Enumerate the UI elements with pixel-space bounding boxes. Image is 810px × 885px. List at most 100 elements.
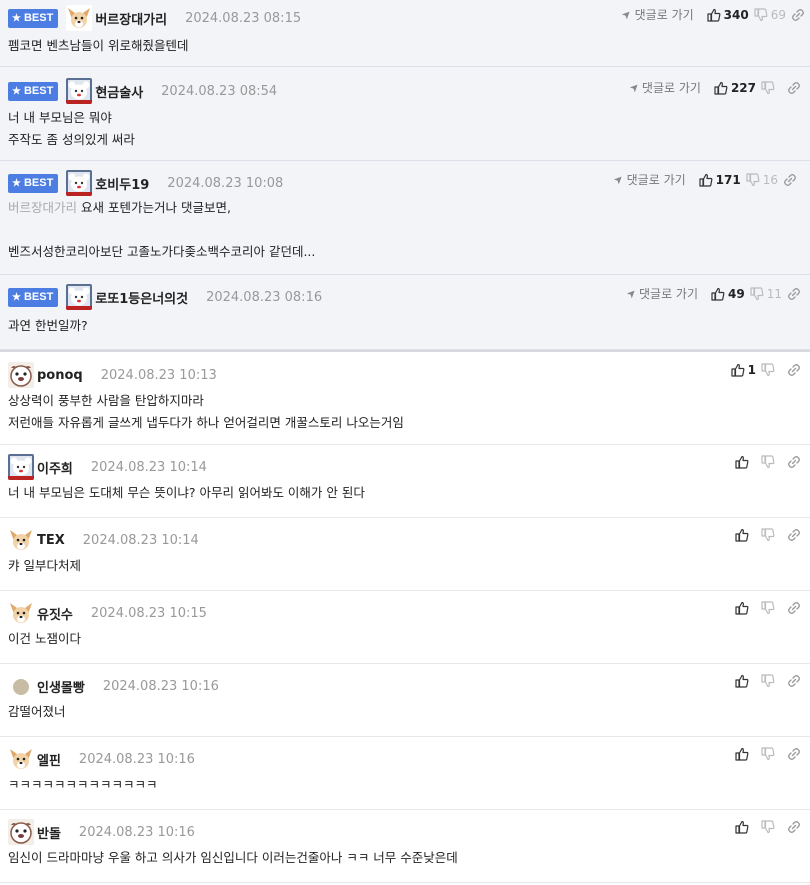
comment-text: ㅋㅋㅋㅋㅋㅋㅋㅋㅋㅋㅋㅋㅋ <box>8 777 158 792</box>
comment-line: 주작도 좀 성의있게 써라 <box>8 129 135 151</box>
thumbs-up-icon[interactable] <box>734 600 750 616</box>
comment-text: 저런애들 자유롭게 글쓰게 냅두다가 하나 얻어걸리면 개꿀스토리 나오는거임 <box>8 415 404 430</box>
link-icon[interactable] <box>786 673 802 689</box>
comment-header: 인생몰빵 2024.08.23 10:16 <box>8 673 219 699</box>
link-icon[interactable] <box>790 7 806 23</box>
dog-avatar[interactable] <box>8 527 34 553</box>
best-comment: ★ BEST 로또1등은너의것 2024.08.23 08:16 과연 한번일까? ➤ 댓글… <box>0 275 810 350</box>
goto-comment-link[interactable]: ➤ 댓글로 가기 <box>619 6 693 23</box>
nickname[interactable]: 인생몰빵 <box>37 677 85 696</box>
pug-avatar[interactable] <box>8 819 34 845</box>
timestamp: 2024.08.23 10:14 <box>82 532 199 548</box>
best-badge: ★ BEST <box>8 8 59 28</box>
dog-avatar[interactable] <box>8 746 34 772</box>
link-icon[interactable] <box>786 819 802 835</box>
thumbs-down-icon[interactable] <box>760 454 776 470</box>
upvote-count: 49 <box>728 286 745 301</box>
thumbs-up-icon[interactable] <box>698 172 714 188</box>
timestamp: 2024.08.23 08:16 <box>206 289 323 305</box>
thumbs-down-icon[interactable] <box>760 527 776 543</box>
goto-comment-link[interactable]: ➤ 댓글로 가기 <box>611 171 686 188</box>
thumbs-up-icon[interactable] <box>730 362 746 378</box>
best-comment: ★ BEST 현금술사 2024.08.23 08:54 너 내 부모님은 뭐야 주작도 … <box>0 67 810 161</box>
comment-body: 감떨어졌너 <box>8 701 66 723</box>
thumbs-up-icon[interactable] <box>734 673 750 689</box>
timestamp: 2024.08.23 10:13 <box>100 367 217 383</box>
bear-avatar[interactable] <box>66 78 93 104</box>
comment-body: 상상력이 풍부한 사람을 탄압하지마라저런애들 자유롭게 글쓰게 냅두다가 하나… <box>8 390 404 434</box>
comment-header: 반돌 2024.08.23 10:16 <box>8 819 195 845</box>
comment-body: 너 내 부모님은 뭐야주작도 좀 성의있게 써라 <box>8 107 135 151</box>
nickname[interactable]: TEX <box>37 533 65 548</box>
thumbs-up-icon[interactable] <box>734 746 750 762</box>
bear-avatar[interactable] <box>8 454 34 480</box>
comment-line: 너 내 부모님은 뭐야 <box>8 107 135 129</box>
thumbs-down-icon[interactable] <box>760 362 776 378</box>
thumbs-up-icon[interactable] <box>713 80 729 96</box>
comment-actions: ➤ 댓글로 가기 227 <box>626 79 802 96</box>
nickname[interactable]: 로또1등은너의것 <box>95 288 188 307</box>
nickname[interactable]: ponoq <box>37 368 83 383</box>
comment-text: 이건 노잼이다 <box>8 631 81 646</box>
goto-label: 댓글로 가기 <box>626 173 686 187</box>
thumbs-down-icon[interactable] <box>749 286 765 302</box>
comment-line: 과연 한번일까? <box>8 315 88 337</box>
thumbs-down-icon[interactable] <box>760 600 776 616</box>
link-icon[interactable] <box>786 286 802 302</box>
link-icon[interactable] <box>786 600 802 616</box>
bear-avatar[interactable] <box>66 170 93 196</box>
thumbs-down-icon[interactable] <box>745 172 761 188</box>
upvote-count: 340 <box>723 7 749 22</box>
comment-actions <box>734 454 802 470</box>
best-comment: ★ BEST 버르장대가리 2024.08.23 08:15 펨코면 벤츠남들이 위로해… <box>0 0 810 67</box>
dog-avatar[interactable] <box>66 5 93 31</box>
comment-line: 상상력이 풍부한 사람을 탄압하지마라 <box>8 390 404 412</box>
comment-header: ★ BEST 로또1등은너의것 2024.08.23 08:16 <box>8 284 322 310</box>
thumbs-down-icon[interactable] <box>753 7 769 23</box>
thumbs-up-icon[interactable] <box>734 527 750 543</box>
nickname[interactable]: 버르장대가리 <box>95 9 167 28</box>
mention-link[interactable]: 버르장대가리 <box>8 200 77 215</box>
timestamp: 2024.08.23 10:16 <box>102 678 219 694</box>
comment-actions: ➤ 댓글로 가기 340 69 <box>619 6 806 23</box>
thumbs-down-icon[interactable] <box>760 80 776 96</box>
nickname[interactable]: 엘핀 <box>37 750 61 769</box>
dot-avatar[interactable] <box>8 673 34 699</box>
nickname[interactable]: 이주희 <box>37 458 73 477</box>
goto-comment-link[interactable]: ➤ 댓글로 가기 <box>626 79 700 96</box>
nickname[interactable]: 유짓수 <box>37 604 73 623</box>
star-icon: ★ <box>12 85 21 97</box>
pug-avatar[interactable] <box>8 362 34 388</box>
thumbs-down-icon[interactable] <box>760 819 776 835</box>
dog-avatar[interactable] <box>8 600 34 626</box>
thumbs-down-icon[interactable] <box>760 673 776 689</box>
thumbs-down-icon[interactable] <box>760 746 776 762</box>
thumbs-up-icon[interactable] <box>734 454 750 470</box>
comment-header: ponoq 2024.08.23 10:13 <box>8 362 217 388</box>
best-comment: ★ BEST 호비두19 2024.08.23 10:08 버르장대가리 요새 포텐가는거… <box>0 161 810 275</box>
goto-comment-link[interactable]: ➤ 댓글로 가기 <box>624 285 698 302</box>
thumbs-up-icon[interactable] <box>706 7 722 23</box>
comment-body: ㅋㅋㅋㅋㅋㅋㅋㅋㅋㅋㅋㅋㅋ <box>8 774 158 796</box>
link-icon[interactable] <box>786 454 802 470</box>
nickname[interactable]: 현금술사 <box>95 82 143 101</box>
link-icon[interactable] <box>786 362 802 378</box>
link-icon[interactable] <box>786 80 802 96</box>
thumbs-up-icon[interactable] <box>734 819 750 835</box>
link-icon[interactable] <box>782 172 798 188</box>
comment-list: ★ BEST 버르장대가리 2024.08.23 08:15 펨코면 벤츠남들이 위로해… <box>0 0 810 883</box>
comment-text: 감떨어졌너 <box>8 704 66 719</box>
link-icon[interactable] <box>786 527 802 543</box>
bear-avatar[interactable] <box>66 284 93 310</box>
nickname[interactable]: 호비두19 <box>95 174 149 193</box>
best-badge: ★ BEST <box>8 173 59 193</box>
comment-actions <box>734 527 802 543</box>
comment-body: 과연 한번일까? <box>8 315 88 337</box>
comment-text: 주작도 좀 성의있게 써라 <box>8 132 135 147</box>
downvote-count: 16 <box>762 172 778 187</box>
thumbs-up-icon[interactable] <box>710 286 726 302</box>
link-icon[interactable] <box>786 746 802 762</box>
comment-text: 캬 일부다처제 <box>8 558 81 573</box>
best-comments-section: ★ BEST 버르장대가리 2024.08.23 08:15 펨코면 벤츠남들이 위로해… <box>0 0 810 350</box>
nickname[interactable]: 반돌 <box>37 823 61 842</box>
